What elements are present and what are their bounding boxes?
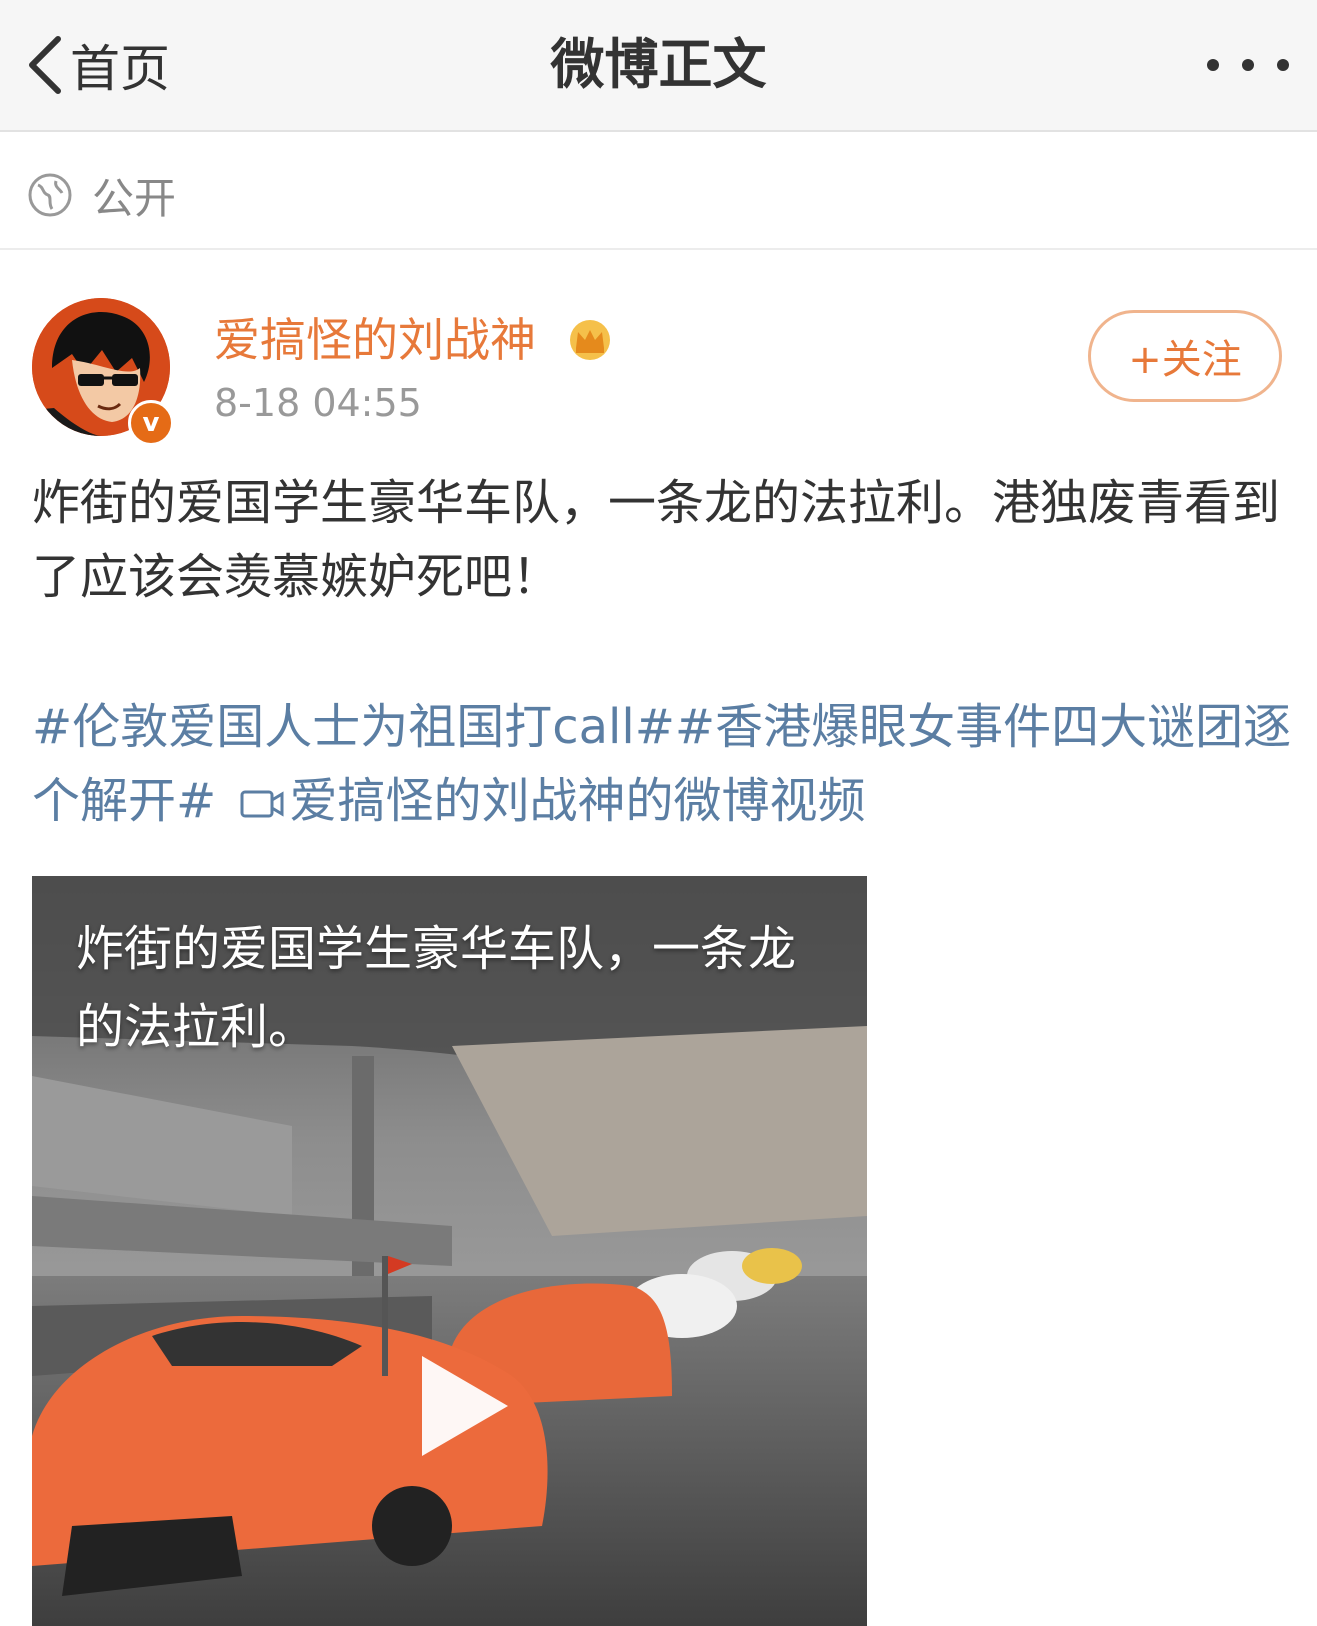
video-caption: 炸街的爱国学生豪华车队，一条龙的法拉利。 (76, 921, 797, 1055)
page-title: 微博正文 (550, 33, 767, 96)
video-player[interactable]: 炸街的爱国学生豪华车队，一条龙的法拉利。 (32, 876, 867, 1626)
top-navigation-bar: 首页 微博正文 (0, 0, 1317, 132)
globe-icon (28, 173, 72, 217)
post-links: #伦敦爱国人士为祖国打call##香港爆眼女事件四大谜团逐个解开# 爱搞怪的刘战… (32, 690, 1294, 838)
play-icon[interactable] (408, 1346, 518, 1466)
visibility-label: 公开 (92, 173, 177, 223)
crown-icon (570, 320, 610, 360)
video-link[interactable]: 爱搞怪的刘战神的微博视频 (290, 773, 866, 829)
verified-badge-icon: v (128, 400, 174, 446)
more-options-button[interactable] (1203, 40, 1293, 90)
post-text: 炸街的爱国学生豪华车队，一条龙的法拉利。港独废青看到了应该会羡慕嫉妒死吧！ (32, 475, 1281, 605)
video-icon (240, 790, 283, 818)
follow-button[interactable]: +关注 (1088, 310, 1282, 402)
section-divider (0, 248, 1317, 250)
more-dots-icon (1207, 59, 1289, 71)
username[interactable]: 爱搞怪的刘战神 (214, 304, 536, 376)
post-timestamp: 8-18 04:55 (214, 381, 422, 425)
hashtag-link[interactable]: #伦敦爱国人士为祖国打call# (32, 699, 675, 755)
visibility-indicator: 公开 (26, 160, 176, 230)
